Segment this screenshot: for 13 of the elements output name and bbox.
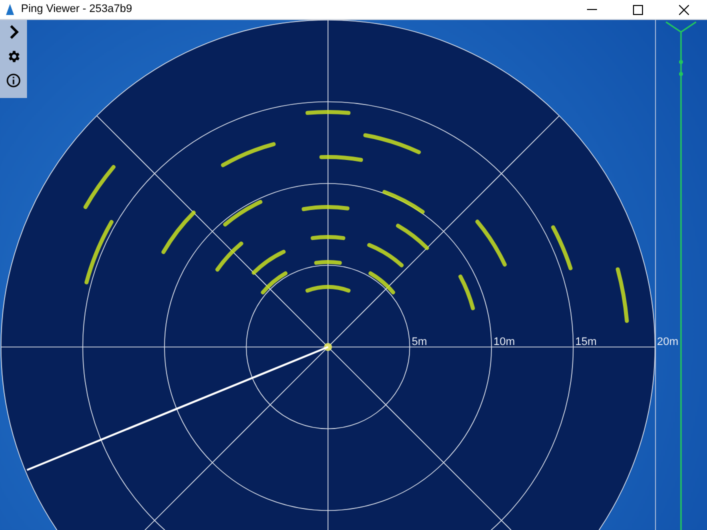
range-label: 5m	[412, 336, 428, 348]
minimize-icon	[587, 9, 597, 10]
range-label: 15m	[575, 336, 597, 348]
maximize-icon	[633, 4, 643, 14]
settings-icon	[6, 48, 21, 64]
range-label: 20m	[657, 336, 678, 348]
window-title: Ping Viewer - 253a7b9	[21, 2, 132, 18]
chevron-right-icon	[8, 24, 18, 40]
range-label: 10m	[494, 336, 515, 348]
info-icon	[6, 72, 21, 88]
cone-icon	[5, 4, 15, 16]
close-icon	[679, 4, 689, 14]
info-button[interactable]	[4, 71, 24, 89]
